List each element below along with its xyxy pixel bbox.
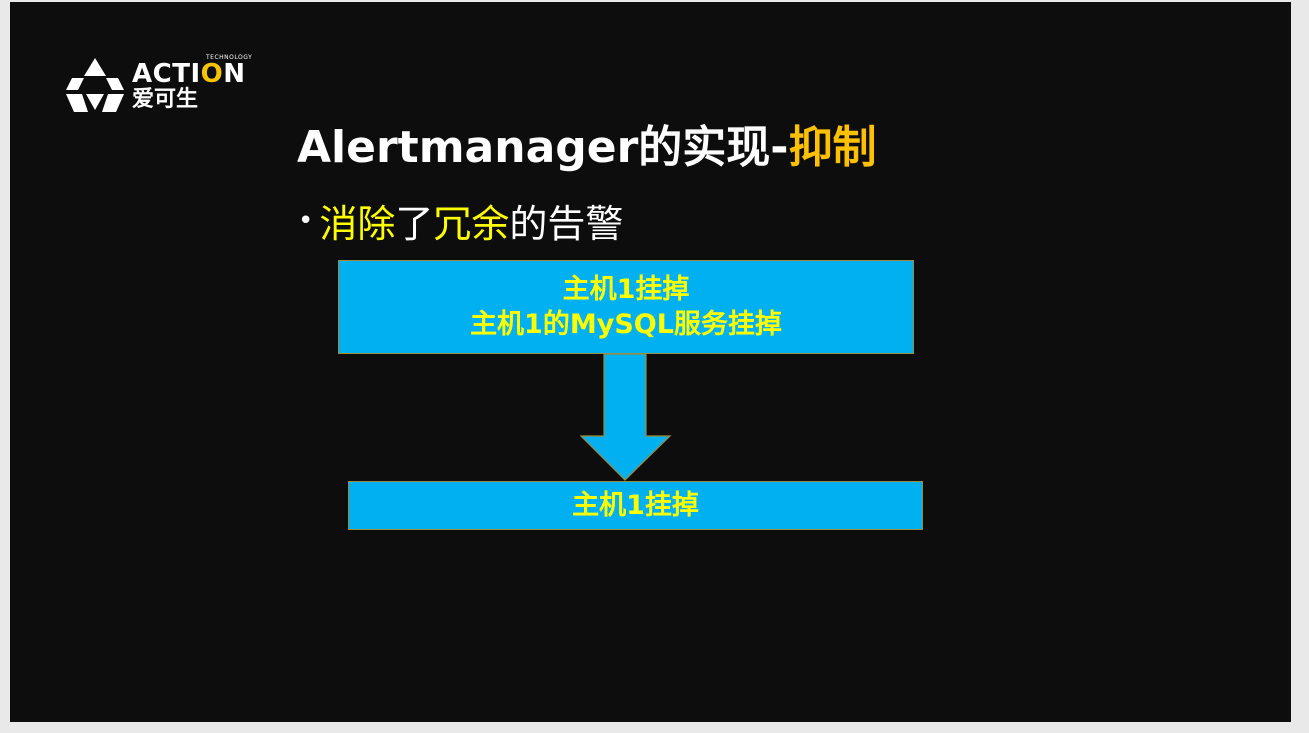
diagram-bottom-box: 主机1挂掉 xyxy=(348,481,923,530)
logo-mark-icon xyxy=(66,58,124,112)
title-main: Alertmanager的实现- xyxy=(297,122,789,173)
bottom-box-text: 主机1挂掉 xyxy=(572,490,699,521)
down-arrow-icon xyxy=(580,354,672,481)
bullet-text-redundant: 冗余 xyxy=(433,202,510,246)
logo-chinese-name: 爱可生 xyxy=(132,87,199,112)
bullet-point: • 消除了冗余的告警 xyxy=(298,196,623,249)
action-logo: TECHNOLOGY ACTION 爱可生 xyxy=(64,54,274,116)
logo-wordmark: ACTION xyxy=(132,59,246,89)
bullet-text-alerts: 的告警 xyxy=(509,202,624,246)
title-highlight: 抑制 xyxy=(788,122,877,173)
bullet-dot: • xyxy=(298,206,314,236)
top-box-line1: 主机1挂掉 xyxy=(562,274,690,305)
top-box-line2: 主机1的MySQL服务挂掉 xyxy=(470,309,782,340)
slide: TECHNOLOGY ACTION 爱可生 Alertmanager的实现-抑制… xyxy=(10,2,1291,722)
slide-title: Alertmanager的实现-抑制 xyxy=(297,118,877,178)
bullet-text-le: 了 xyxy=(395,202,434,246)
bullet-text-eliminate: 消除 xyxy=(319,202,396,246)
diagram-top-box: 主机1挂掉 主机1的MySQL服务挂掉 xyxy=(338,260,914,354)
